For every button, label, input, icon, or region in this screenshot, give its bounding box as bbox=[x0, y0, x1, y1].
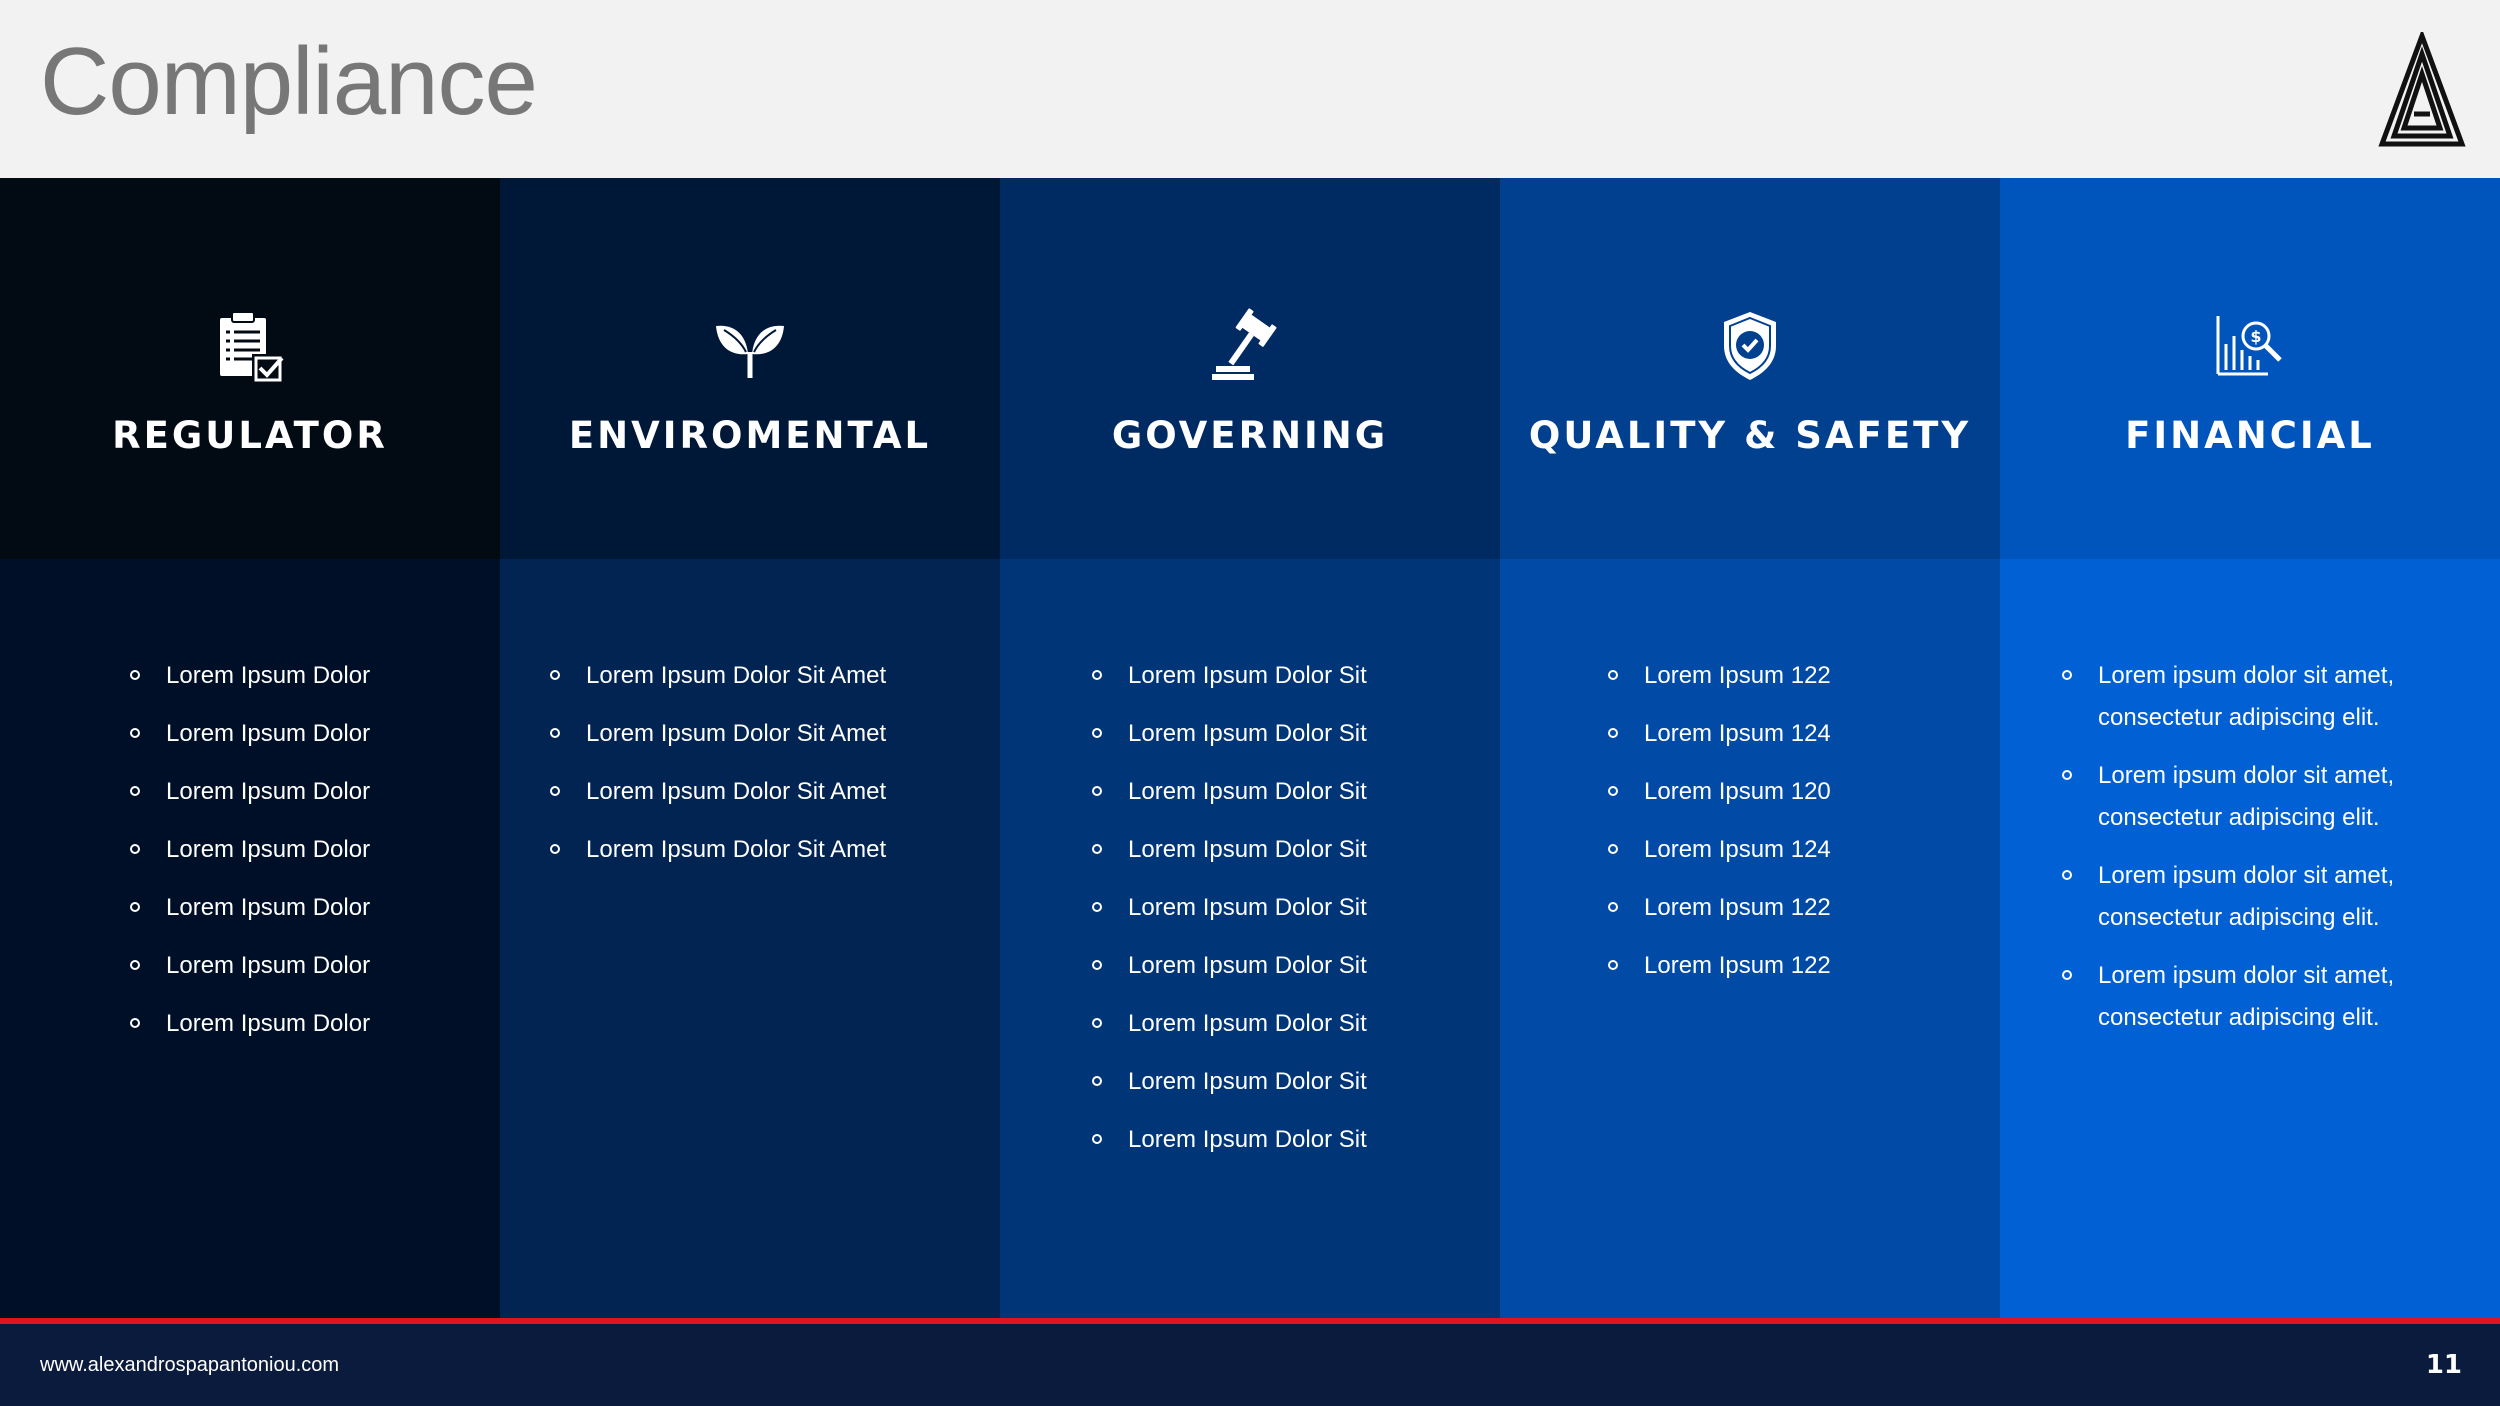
bullet-icon bbox=[1092, 728, 1102, 738]
slide-footer: www.alexandrospapantoniou.com 11 bbox=[0, 1324, 2500, 1406]
column-financial: $ FINANCIAL Lorem ipsum dolor sit amet, … bbox=[2000, 178, 2500, 1318]
list-item: Lorem Ipsum Dolor bbox=[130, 829, 500, 871]
bullet-icon bbox=[1092, 960, 1102, 970]
list-item: Lorem Ipsum Dolor Sit bbox=[1092, 771, 1500, 813]
bullet-icon bbox=[550, 728, 560, 738]
list-item: Lorem Ipsum Dolor bbox=[130, 945, 500, 987]
list-item: Lorem ipsum dolor sit amet, consectetur … bbox=[2062, 855, 2460, 939]
bullet-list: Lorem Ipsum 122 Lorem Ipsum 124 Lorem Ip… bbox=[1608, 655, 2000, 987]
bullet-list: Lorem Ipsum Dolor Sit Amet Lorem Ipsum D… bbox=[550, 655, 1000, 871]
column-body: Lorem Ipsum 122 Lorem Ipsum 124 Lorem Ip… bbox=[1500, 559, 2000, 1318]
list-item: Lorem Ipsum Dolor Sit Amet bbox=[550, 655, 1000, 697]
financial-chart-search-icon: $ bbox=[2216, 316, 2282, 376]
bullet-icon bbox=[550, 844, 560, 854]
column-quality-safety: QUALITY & SAFETY Lorem Ipsum 122 Lorem I… bbox=[1500, 178, 2000, 1318]
column-title: ENVIROMENTAL bbox=[568, 414, 932, 457]
bullet-icon bbox=[1092, 1076, 1102, 1086]
column-title: GOVERNING bbox=[1111, 414, 1389, 457]
slide-header: Compliance bbox=[0, 0, 2500, 178]
bullet-icon bbox=[1608, 902, 1618, 912]
bullet-icon bbox=[130, 844, 140, 854]
column-title: QUALITY & SAFETY bbox=[1528, 414, 1972, 457]
bullet-icon bbox=[1092, 786, 1102, 796]
list-item: Lorem Ipsum Dolor Sit Amet bbox=[550, 713, 1000, 755]
column-enviromental: ENVIROMENTAL Lorem Ipsum Dolor Sit Amet … bbox=[500, 178, 1000, 1318]
bullet-icon bbox=[1092, 902, 1102, 912]
bullet-icon bbox=[1092, 670, 1102, 680]
page-title: Compliance bbox=[40, 28, 538, 135]
gavel-icon bbox=[1212, 308, 1277, 380]
column-regulator: REGULATOR Lorem Ipsum Dolor Lorem Ipsum … bbox=[0, 178, 500, 1318]
bullet-icon bbox=[1608, 960, 1618, 970]
column-body: Lorem ipsum dolor sit amet, consectetur … bbox=[2000, 559, 2500, 1318]
column-header: ENVIROMENTAL bbox=[500, 178, 1000, 559]
bullet-icon bbox=[1092, 1018, 1102, 1028]
bullet-icon bbox=[2062, 970, 2072, 980]
clipboard-check-icon bbox=[220, 311, 284, 382]
bullet-icon bbox=[2062, 670, 2072, 680]
list-item: Lorem Ipsum Dolor bbox=[130, 713, 500, 755]
list-item: Lorem ipsum dolor sit amet, consectetur … bbox=[2062, 955, 2460, 1039]
list-item: Lorem Ipsum Dolor bbox=[130, 887, 500, 929]
bullet-icon bbox=[2062, 870, 2072, 880]
list-item: Lorem Ipsum Dolor Sit bbox=[1092, 1003, 1500, 1045]
column-header: $ FINANCIAL bbox=[2000, 178, 2500, 559]
bullet-list: Lorem Ipsum Dolor Sit Lorem Ipsum Dolor … bbox=[1092, 655, 1500, 1161]
column-header: QUALITY & SAFETY bbox=[1500, 178, 2000, 559]
list-item: Lorem Ipsum Dolor Sit bbox=[1092, 1119, 1500, 1161]
svg-text:$: $ bbox=[2250, 327, 2261, 346]
bullet-icon bbox=[550, 670, 560, 680]
bullet-list: Lorem Ipsum Dolor Lorem Ipsum Dolor Lore… bbox=[130, 655, 500, 1045]
list-item: Lorem Ipsum Dolor bbox=[130, 1003, 500, 1045]
footer-url: www.alexandrospapantoniou.com bbox=[40, 1354, 340, 1376]
bullet-icon bbox=[130, 960, 140, 970]
bullet-icon bbox=[130, 1018, 140, 1028]
list-item: Lorem ipsum dolor sit amet, consectetur … bbox=[2062, 655, 2460, 739]
leaf-sprout-icon bbox=[716, 325, 784, 378]
list-item: Lorem ipsum dolor sit amet, consectetur … bbox=[2062, 755, 2460, 839]
list-item: Lorem Ipsum 122 bbox=[1608, 655, 2000, 697]
list-item: Lorem Ipsum Dolor bbox=[130, 771, 500, 813]
bullet-icon bbox=[130, 670, 140, 680]
bullet-icon bbox=[550, 786, 560, 796]
bullet-list: Lorem ipsum dolor sit amet, consectetur … bbox=[2062, 655, 2460, 1039]
column-body: Lorem Ipsum Dolor Lorem Ipsum Dolor Lore… bbox=[0, 559, 500, 1318]
list-item: Lorem Ipsum 122 bbox=[1608, 887, 2000, 929]
list-item: Lorem Ipsum Dolor Sit bbox=[1092, 829, 1500, 871]
column-header: REGULATOR bbox=[0, 178, 500, 559]
column-title: REGULATOR bbox=[112, 414, 388, 457]
list-item: Lorem Ipsum 124 bbox=[1608, 713, 2000, 755]
bullet-icon bbox=[1608, 670, 1618, 680]
bullet-icon bbox=[130, 902, 140, 912]
bullet-icon bbox=[130, 728, 140, 738]
bullet-icon bbox=[1608, 844, 1618, 854]
list-item: Lorem Ipsum Dolor Sit bbox=[1092, 713, 1500, 755]
list-item: Lorem Ipsum 120 bbox=[1608, 771, 2000, 813]
column-header: GOVERNING bbox=[1000, 178, 1500, 559]
column-title: FINANCIAL bbox=[2125, 414, 2375, 457]
list-item: Lorem Ipsum 124 bbox=[1608, 829, 2000, 871]
bullet-icon bbox=[2062, 770, 2072, 780]
list-item: Lorem Ipsum Dolor Sit bbox=[1092, 945, 1500, 987]
column-body: Lorem Ipsum Dolor Sit Amet Lorem Ipsum D… bbox=[500, 559, 1000, 1318]
compliance-columns: REGULATOR Lorem Ipsum Dolor Lorem Ipsum … bbox=[0, 178, 2500, 1318]
list-item: Lorem Ipsum Dolor Sit bbox=[1092, 655, 1500, 697]
shield-check-icon bbox=[1724, 312, 1776, 380]
list-item: Lorem Ipsum Dolor Sit bbox=[1092, 887, 1500, 929]
list-item: Lorem Ipsum Dolor Sit bbox=[1092, 1061, 1500, 1103]
list-item: Lorem Ipsum 122 bbox=[1608, 945, 2000, 987]
column-governing: GOVERNING Lorem Ipsum Dolor Sit Lorem Ip… bbox=[1000, 178, 1500, 1318]
list-item: Lorem Ipsum Dolor bbox=[130, 655, 500, 697]
list-item: Lorem Ipsum Dolor Sit Amet bbox=[550, 771, 1000, 813]
column-body: Lorem Ipsum Dolor Sit Lorem Ipsum Dolor … bbox=[1000, 559, 1500, 1318]
list-item: Lorem Ipsum Dolor Sit Amet bbox=[550, 829, 1000, 871]
page-number: 11 bbox=[2425, 1350, 2462, 1380]
bullet-icon bbox=[1092, 1134, 1102, 1144]
bullet-icon bbox=[1608, 786, 1618, 796]
triangle-a-logo-icon bbox=[2378, 32, 2466, 147]
bullet-icon bbox=[1092, 844, 1102, 854]
bullet-icon bbox=[1608, 728, 1618, 738]
bullet-icon bbox=[130, 786, 140, 796]
